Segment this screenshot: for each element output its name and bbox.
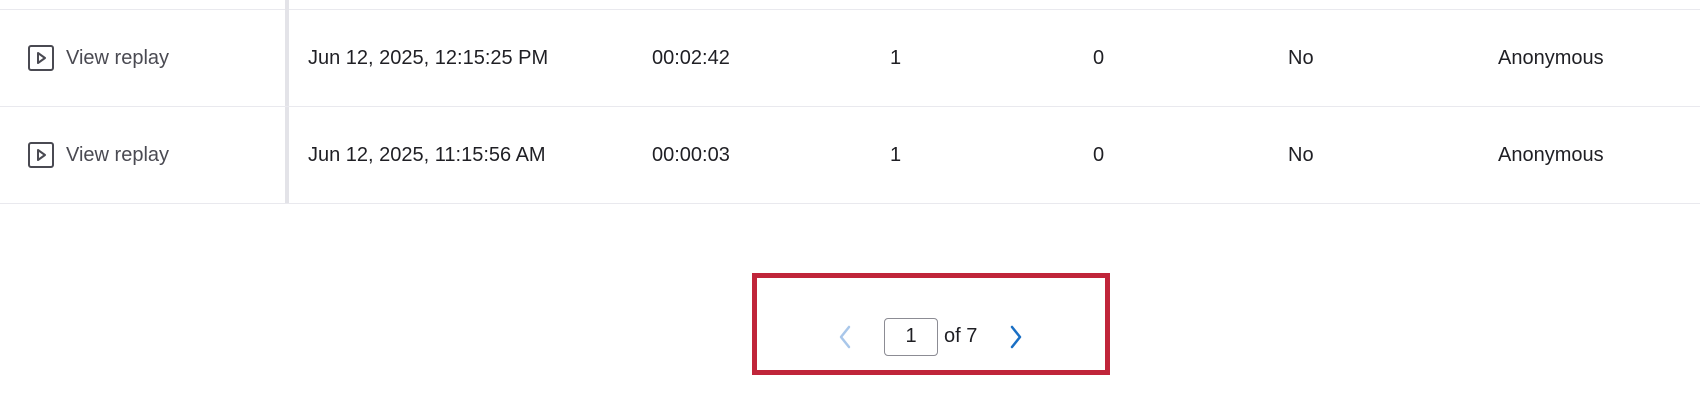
flag-cell: No xyxy=(1288,46,1314,69)
count-cell: 1 xyxy=(890,143,902,166)
play-icon xyxy=(28,142,54,168)
pagination: of 7 xyxy=(832,316,1029,357)
previous-page-button[interactable] xyxy=(832,321,858,353)
user-cell: Anonymous xyxy=(1498,46,1604,69)
play-icon xyxy=(28,45,54,71)
page-total-label: of 7 xyxy=(944,325,978,347)
session-replays-page: View replay Jun 12, 2025, 12:15:25 PM 00… xyxy=(0,0,1700,396)
user-cell: Anonymous xyxy=(1498,143,1604,166)
session-duration: 00:02:42 xyxy=(652,46,730,69)
next-page-button[interactable] xyxy=(1003,321,1029,353)
flag-cell: No xyxy=(1288,143,1314,166)
count-cell: 0 xyxy=(1093,143,1105,166)
session-duration: 00:00:03 xyxy=(652,143,730,166)
table-row: View replay Jun 12, 2025, 11:15:56 AM 00… xyxy=(0,107,1700,204)
session-date: Jun 12, 2025, 12:15:25 PM xyxy=(308,46,549,69)
count-cell: 1 xyxy=(890,46,902,69)
view-replay-label: View replay xyxy=(66,46,170,69)
count-cell: 0 xyxy=(1093,46,1105,69)
chevron-left-icon xyxy=(839,325,851,348)
page-number-input[interactable] xyxy=(884,317,938,356)
chevron-right-icon xyxy=(1011,325,1022,348)
table-row: View replay Jun 12, 2025, 12:15:25 PM 00… xyxy=(0,10,1700,107)
view-replay-label: View replay xyxy=(66,143,170,166)
view-replay-button[interactable]: View replay xyxy=(28,10,169,106)
session-date: Jun 12, 2025, 11:15:56 AM xyxy=(308,143,546,166)
view-replay-button[interactable]: View replay xyxy=(28,107,169,203)
